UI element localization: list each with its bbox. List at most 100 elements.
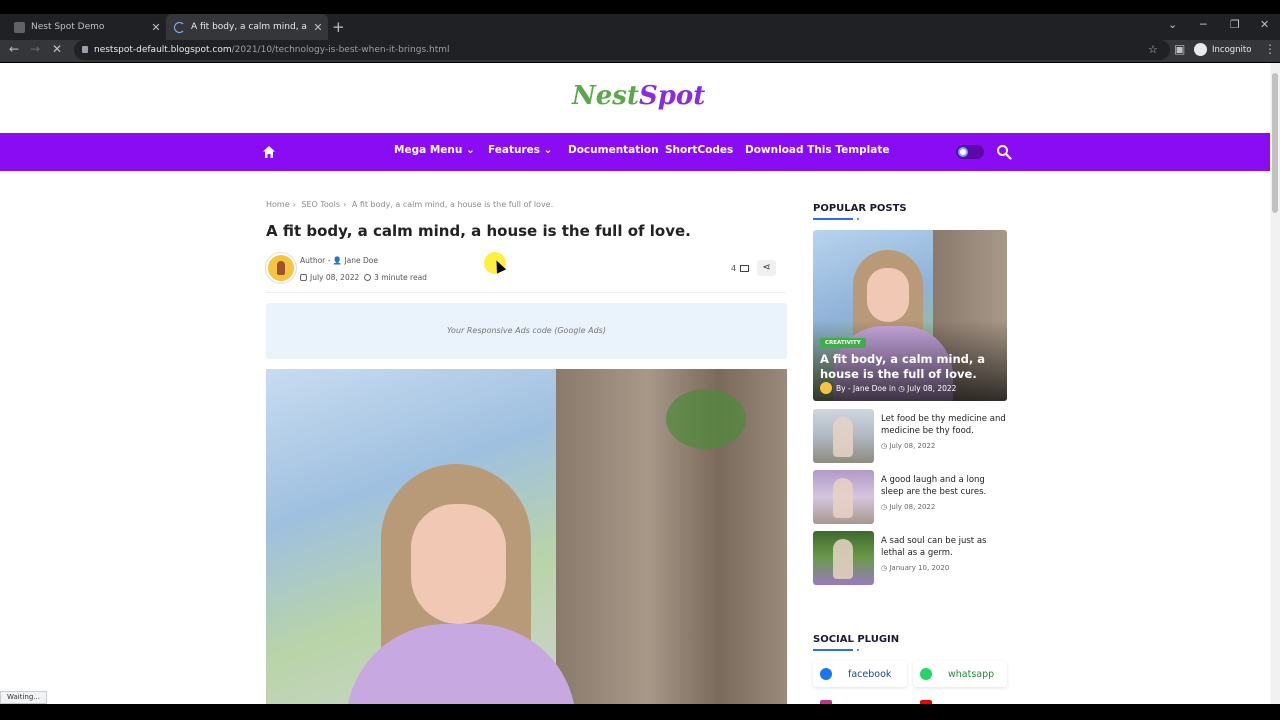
bookmark-star-icon[interactable]: ☆	[1148, 43, 1158, 56]
post-date: July 08, 2022	[310, 273, 360, 282]
whatsapp-icon	[920, 668, 932, 680]
post-meta: July 08, 2022 3 minute read	[300, 273, 427, 282]
nav-label: Mega Menu	[394, 144, 463, 156]
author-name[interactable]: Jane Doe	[344, 256, 378, 265]
post-thumbnail[interactable]	[813, 531, 874, 585]
side-panel-icon[interactable]: ▣	[1174, 42, 1185, 56]
status-bubble: Waiting...	[0, 691, 47, 704]
popular-post-date: ◷ January 10, 2020	[881, 564, 949, 572]
clock-icon: ◷	[898, 383, 905, 393]
whatsapp-button[interactable]: whatsapp	[913, 661, 1007, 687]
breadcrumb-category[interactable]: SEO Tools	[301, 200, 340, 209]
nav-documentation[interactable]: Documentation	[568, 144, 659, 156]
featured-popular-post[interactable]: CREATIVITY A fit body, a calm mind, a ho…	[813, 230, 1007, 401]
popular-post-item[interactable]: A good laugh and a long sleep are the be…	[813, 470, 1007, 524]
url-host: nestspot-default.blogspot.com	[94, 45, 232, 55]
clock-icon	[364, 274, 372, 281]
site-logo[interactable]: NestSpot	[572, 81, 705, 111]
back-icon[interactable]: ←	[9, 42, 19, 56]
popular-post-item[interactable]: A sad soul can be just as lethal as a ge…	[813, 531, 1007, 585]
date-text: July 08, 2022	[889, 503, 936, 511]
incognito-label: Incognito	[1212, 44, 1252, 55]
new-tab-icon[interactable]: +	[332, 18, 345, 36]
divider	[266, 292, 786, 293]
address-bar[interactable]: nestspot-default.blogspot.com/2021/10/te…	[74, 40, 1170, 60]
featured-post-title[interactable]: A fit body, a calm mind, a house is the …	[820, 352, 1002, 382]
nav-mega-menu[interactable]: Mega Menu ⌄	[394, 144, 475, 156]
author-avatar[interactable]	[266, 253, 296, 283]
share-icon: ⋖	[762, 262, 771, 273]
tab-strip: Nest Spot Demo ✕ A fit body, a calm mind…	[0, 14, 1280, 40]
screen-bottom-edge	[0, 704, 1280, 720]
clock-icon: ◷	[881, 442, 888, 450]
user-icon: 👤	[332, 256, 343, 265]
popular-post-title[interactable]: Let food be thy medicine and medicine be…	[881, 413, 1007, 437]
post-thumbnail[interactable]	[813, 409, 874, 463]
post-hero-image	[266, 369, 787, 704]
facebook-label: facebook	[848, 668, 892, 680]
comment-count-value: 4	[731, 264, 737, 273]
tab-active-post[interactable]: A fit body, a calm mind, a house ✕	[166, 14, 328, 40]
heading-underline	[813, 218, 859, 220]
tab-title: A fit body, a calm mind, a house	[191, 22, 308, 32]
main-navbar: Mega Menu ⌄ Features ⌄ Documentation Sho…	[0, 133, 1270, 171]
url-path: /2021/10/technology-is-best-when-it-brin…	[231, 45, 450, 55]
tab-title: Nest Spot Demo	[31, 22, 105, 32]
post-thumbnail[interactable]	[813, 470, 874, 524]
nav-features[interactable]: Features ⌄	[488, 144, 552, 156]
forward-icon[interactable]: →	[30, 42, 40, 56]
browser-menu-icon[interactable]: ⋮	[1264, 42, 1276, 56]
breadcrumb-current: A fit body, a calm mind, a house is the …	[351, 200, 554, 209]
nav-label: Features	[488, 144, 540, 156]
favicon-icon	[14, 21, 25, 33]
breadcrumb-home[interactable]: Home	[266, 200, 290, 209]
popular-post-date: ◷ July 08, 2022	[881, 442, 935, 450]
tab-search-icon[interactable]: ⌄	[1168, 18, 1177, 31]
comment-icon	[740, 265, 750, 272]
browser-window: Nest Spot Demo ✕ A fit body, a calm mind…	[0, 0, 1280, 720]
browser-toolbar: ← → ✕ nestspot-default.blogspot.com/2021…	[0, 40, 1280, 62]
author-line: Author - 👤 Jane Doe	[300, 256, 378, 265]
featured-byline: By - Jane Doe in	[836, 383, 896, 393]
nav-shortcodes[interactable]: ShortCodes	[665, 144, 733, 156]
read-time: 3 minute read	[374, 273, 427, 282]
chevron-down-icon: ⌄	[466, 144, 475, 156]
whatsapp-label: whatsapp	[948, 668, 995, 680]
close-tab-icon[interactable]: ✕	[146, 21, 166, 34]
home-icon[interactable]	[262, 145, 276, 159]
youtube-button[interactable]	[913, 697, 1007, 704]
share-button[interactable]: ⋖	[757, 260, 776, 276]
author-prefix: Author -	[300, 256, 331, 265]
page-scrollbar[interactable]	[1270, 63, 1280, 704]
calendar-icon	[300, 274, 307, 281]
post-title: A fit body, a calm mind, a house is the …	[266, 222, 691, 240]
nav-download-template[interactable]: Download This Template	[745, 144, 890, 156]
popular-post-title[interactable]: A sad soul can be just as lethal as a ge…	[881, 535, 1007, 559]
sun-icon	[958, 147, 968, 157]
popular-post-date: ◷ July 08, 2022	[881, 503, 935, 511]
ads-placeholder: Your Responsive Ads code (Google Ads)	[266, 303, 787, 359]
popular-post-item[interactable]: Let food be thy medicine and medicine be…	[813, 409, 1007, 463]
logo-part-2: Spot	[638, 81, 706, 111]
facebook-icon	[820, 668, 832, 680]
stop-loading-icon[interactable]: ✕	[52, 42, 62, 56]
comment-count[interactable]: 4	[731, 264, 750, 273]
tab-nest-spot-demo[interactable]: Nest Spot Demo ✕	[6, 14, 166, 40]
incognito-indicator[interactable]: Incognito	[1194, 43, 1251, 56]
instagram-button[interactable]	[813, 697, 907, 704]
close-tab-icon[interactable]: ✕	[308, 21, 328, 34]
restore-icon[interactable]: ❐	[1230, 18, 1240, 31]
author-avatar	[820, 382, 832, 394]
minimize-icon[interactable]: ─	[1200, 18, 1207, 31]
web-page: NestSpot Mega Menu ⌄ Features ⌄ Document…	[0, 63, 1270, 704]
popular-posts-heading: POPULAR POSTS	[813, 203, 907, 214]
heading-underline	[813, 649, 859, 651]
clock-icon: ◷	[881, 564, 888, 572]
search-icon[interactable]	[996, 144, 1012, 160]
facebook-button[interactable]: facebook	[813, 661, 907, 687]
category-badge[interactable]: CREATIVITY	[820, 338, 866, 348]
popular-post-title[interactable]: A good laugh and a long sleep are the be…	[881, 474, 1007, 498]
close-window-icon[interactable]: ✕	[1260, 18, 1269, 31]
scrollbar-thumb[interactable]	[1272, 73, 1278, 213]
dark-mode-toggle[interactable]	[956, 145, 984, 159]
